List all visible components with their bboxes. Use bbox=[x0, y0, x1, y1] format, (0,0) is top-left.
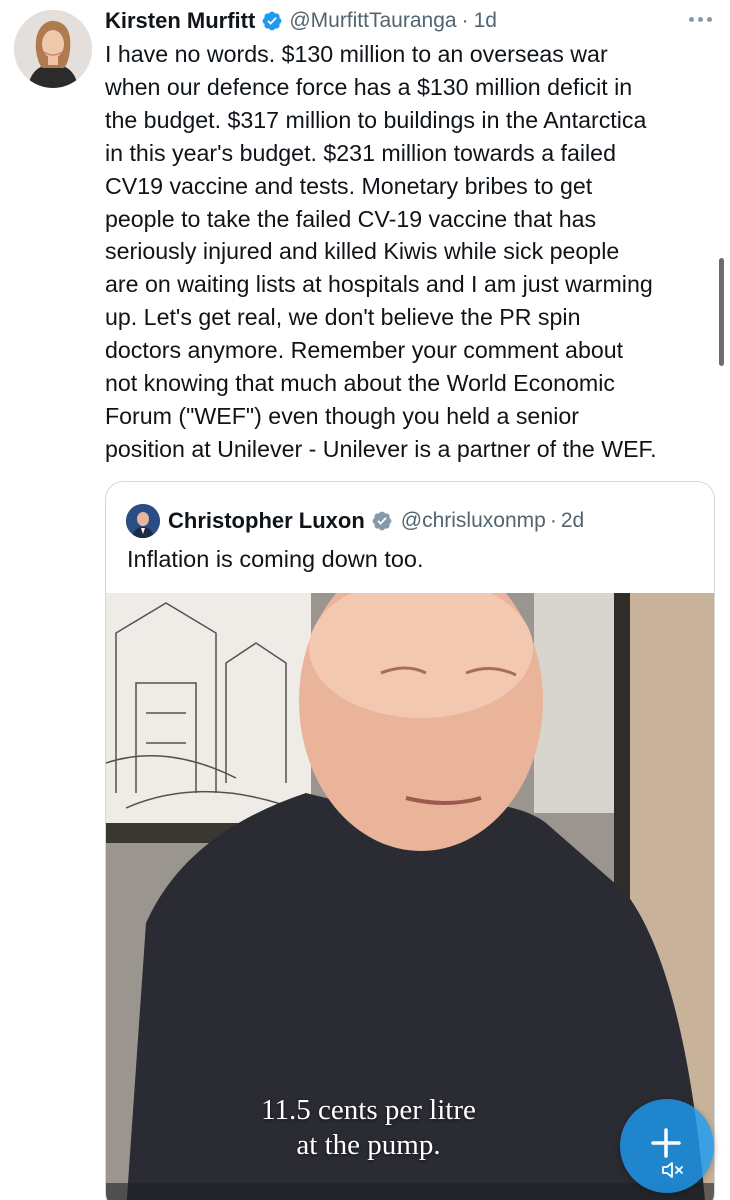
verified-badge-icon bbox=[262, 11, 282, 31]
quoted-author-avatar[interactable] bbox=[126, 504, 160, 538]
verified-badge-icon bbox=[372, 511, 392, 531]
quoted-tweet-text: Inflation is coming down too. bbox=[127, 546, 424, 572]
quoted-tweet[interactable]: Christopher Luxon @chrisluxonmp · 2d Inf… bbox=[105, 481, 715, 1200]
quoted-tweet-timestamp[interactable]: 2d bbox=[561, 509, 584, 533]
tweet-text: I have no words. $130 million to an over… bbox=[105, 41, 657, 462]
author-name[interactable]: Kirsten Murfitt bbox=[105, 8, 255, 34]
author-handle[interactable]: @MurfittTauranga bbox=[289, 9, 456, 33]
scrollbar[interactable] bbox=[719, 258, 724, 366]
more-options-icon[interactable] bbox=[682, 6, 718, 32]
video-caption: 11.5 cents per litre at the pump. bbox=[261, 1094, 476, 1161]
quoted-video[interactable]: 11.5 cents per litre at the pump. bbox=[106, 593, 714, 1200]
author-avatar[interactable] bbox=[14, 10, 92, 88]
tweet[interactable]: Kirsten Murfitt @MurfittTauranga · 1d I … bbox=[0, 0, 730, 1200]
quoted-author-handle[interactable]: @chrisluxonmp bbox=[401, 509, 546, 533]
tweet-header: Kirsten Murfitt @MurfittTauranga · 1d bbox=[105, 6, 497, 36]
separator-dot: · bbox=[549, 509, 557, 532]
separator-dot: · bbox=[461, 9, 469, 32]
plus-icon bbox=[651, 1128, 681, 1158]
mute-icon[interactable] bbox=[661, 1160, 685, 1180]
quoted-tweet-header: Christopher Luxon @chrisluxonmp · 2d bbox=[126, 504, 584, 538]
tweet-timestamp[interactable]: 1d bbox=[474, 9, 497, 33]
quoted-author-name[interactable]: Christopher Luxon bbox=[168, 508, 365, 534]
